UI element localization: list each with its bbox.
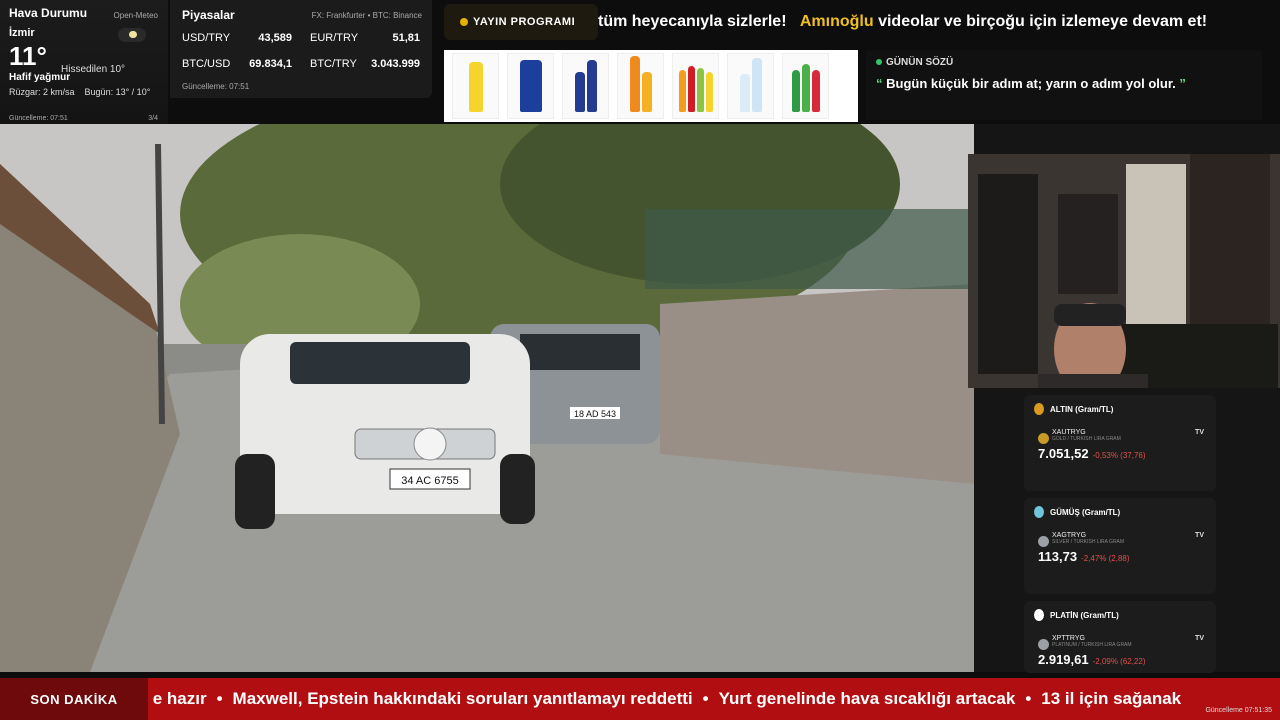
front-plate: 34 AC 6755 bbox=[401, 475, 459, 487]
commodity-card-silver: GÜMÜŞ (Gram/TL) TV XAGTRYG SILVER / TURK… bbox=[1024, 498, 1216, 594]
market-eurtry: EUR/TRY 51,81 bbox=[310, 32, 420, 44]
video-frame: 34 AC 6755 18 AD 543 bbox=[0, 124, 974, 672]
dot-icon bbox=[460, 18, 468, 26]
commodity-change: -2,09% (62,22) bbox=[1092, 657, 1146, 666]
markets-source: FX: Frankfurter • BTC: Binance bbox=[311, 11, 422, 20]
quote-label: GÜNÜN SÖZÜ bbox=[886, 57, 954, 68]
medal-icon bbox=[1034, 609, 1044, 621]
medal-icon bbox=[1034, 506, 1044, 518]
commodity-change: -0,53% (37,76) bbox=[1092, 451, 1146, 460]
commodity-value: 7.051,52 bbox=[1038, 446, 1089, 461]
markets-panel: Piyasalar FX: Frankfurter • BTC: Binance… bbox=[170, 0, 432, 98]
product-image bbox=[782, 53, 829, 119]
commodity-card-platinum: PLATİN (Gram/TL) TV XPTTRYG PLATINUM / T… bbox=[1024, 601, 1216, 673]
tradingview-icon: TV bbox=[1195, 532, 1204, 539]
coin-icon bbox=[1038, 536, 1049, 547]
weather-today: Bugün: 13° / 10° bbox=[84, 87, 151, 97]
ticker-highlight: Amınoğlu bbox=[799, 13, 874, 30]
medal-icon bbox=[1034, 403, 1044, 415]
weather-wind: Rüzgar: 2 km/sa bbox=[9, 87, 75, 97]
coin-icon bbox=[1038, 639, 1049, 650]
weather-source: Open-Meteo bbox=[113, 11, 158, 20]
market-usdtry: USD/TRY 43,589 bbox=[182, 32, 292, 44]
program-schedule-button[interactable]: YAYIN PROGRAMI bbox=[444, 4, 598, 40]
weather-page: 3/4 bbox=[148, 115, 158, 122]
breaking-label: SON DAKİKA bbox=[0, 678, 148, 720]
product-strip bbox=[444, 50, 858, 122]
news-ticker: e hazır • Maxwell, Epstein hakkındaki soru… bbox=[152, 689, 1182, 708]
quote-text: “ Bugün küçük bir adım at; yarın o adım … bbox=[876, 76, 1186, 91]
commodity-change: -2,47% (2,88) bbox=[1081, 554, 1130, 563]
webcam-feed bbox=[968, 154, 1280, 388]
market-btcusd: BTC/USD 69.834,1 bbox=[182, 58, 292, 70]
weather-feels-like: Hissedilen 10° bbox=[61, 64, 126, 75]
back-plate: 18 AD 543 bbox=[574, 409, 616, 419]
tradingview-icon: TV bbox=[1195, 429, 1204, 436]
news-item: Yurt genelinde hava sıcaklığı artacak bbox=[718, 689, 1016, 708]
tradingview-icon: TV bbox=[1195, 635, 1204, 642]
market-btctry: BTC/TRY 3.043.999 bbox=[310, 58, 420, 70]
commodity-card-gold: ALTIN (Gram/TL) TV XAUTRYG GOLD / TURKIS… bbox=[1024, 395, 1216, 491]
markets-updated: Güncelleme: 07:51 bbox=[182, 82, 250, 91]
program-label: YAYIN PROGRAMI bbox=[473, 16, 576, 28]
weather-updated: Güncelleme: 07:51 bbox=[9, 115, 68, 122]
weather-temp: 11° bbox=[9, 41, 47, 71]
dot-icon bbox=[876, 59, 882, 65]
breaking-news-bar: SON DAKİKA e hazır • Maxwell, Epstein hakk… bbox=[0, 678, 1280, 720]
coin-icon bbox=[1038, 433, 1049, 444]
cloud-rain-icon bbox=[118, 28, 146, 42]
product-image bbox=[617, 53, 664, 119]
commodity-value: 113,73 bbox=[1038, 549, 1078, 564]
product-image bbox=[727, 53, 774, 119]
news-item: 13 il için sağanak bbox=[1041, 689, 1182, 708]
news-updated: Güncelleme 07:51:35 bbox=[1205, 707, 1272, 714]
product-image bbox=[507, 53, 554, 119]
quote-of-the-day: GÜNÜN SÖZÜ “ Bugün küçük bir adım at; ya… bbox=[866, 50, 1262, 120]
top-ticker: tüm heyecanıyla sizlerle! Amınoğlu video… bbox=[598, 13, 1208, 30]
news-item: e hazır bbox=[152, 689, 207, 708]
news-item: Maxwell, Epstein hakkındaki soruları yan… bbox=[232, 689, 693, 708]
product-image bbox=[672, 53, 719, 119]
commodity-value: 2.919,61 bbox=[1038, 652, 1089, 667]
weather-panel: Hava Durumu Open-Meteo İzmir 11° Hissedi… bbox=[0, 0, 168, 124]
product-image bbox=[562, 53, 609, 119]
product-image bbox=[452, 53, 499, 119]
